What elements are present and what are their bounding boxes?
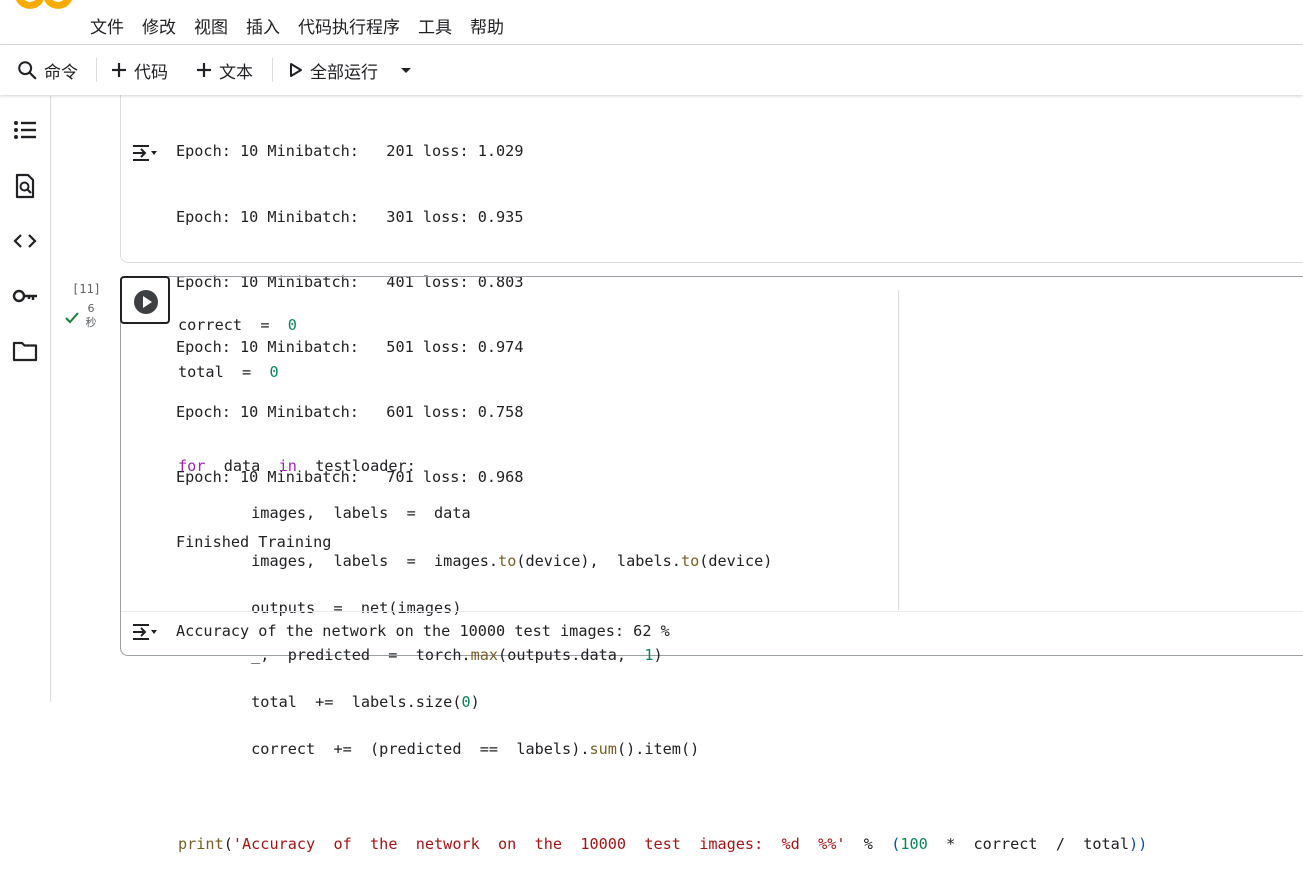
add-text-button[interactable]: 文本: [195, 57, 253, 83]
play-triangle: [143, 296, 152, 308]
plus-icon: [197, 63, 211, 77]
cell-output-text: Accuracy of the network on the 10000 tes…: [176, 622, 670, 640]
code-line: images, labels = data: [251, 504, 471, 523]
menu-edit[interactable]: 修改: [142, 13, 176, 39]
output-actions-icon[interactable]: [131, 142, 159, 164]
code-line: correct += (predicted == labels).sum().i…: [251, 740, 700, 759]
execution-time: 6 秒: [84, 302, 98, 330]
search-icon: [18, 61, 37, 80]
code-line: images, labels = images.to(device), labe…: [251, 551, 773, 570]
menu-tools[interactable]: 工具: [418, 13, 452, 39]
output-actions-icon[interactable]: [131, 621, 159, 643]
left-sidebar: [0, 96, 51, 702]
command-palette-button[interactable]: 命令: [16, 57, 78, 83]
run-all-label: 全部运行: [310, 62, 378, 83]
run-all-button[interactable]: 全部运行: [288, 57, 378, 83]
table-of-contents-icon[interactable]: [11, 116, 39, 144]
menu-bar: 文件 修改 视图 插入 代码执行程序 工具 帮助: [90, 13, 504, 39]
command-label: 命令: [44, 62, 78, 83]
checkmark-icon: [65, 312, 79, 324]
run-cell-button[interactable]: [120, 276, 170, 324]
play-outline-icon: [290, 63, 302, 77]
toolbar-divider: [272, 58, 273, 82]
caret-down-icon: [401, 68, 411, 73]
output-line: Epoch: 10 Minibatch: 201 loss: 1.029: [176, 142, 524, 161]
code-line: correct = 0: [178, 315, 297, 334]
execution-count: [11]: [72, 282, 101, 296]
run-options-dropdown[interactable]: [398, 57, 414, 83]
code-line: outputs = net(images): [251, 598, 462, 617]
menu-file[interactable]: 文件: [90, 13, 124, 39]
toolbar-divider: [96, 58, 97, 82]
toolbar: 命令 代码 文本 全部运行: [0, 45, 1303, 95]
code-line: total = 0: [178, 362, 279, 381]
menu-view[interactable]: 视图: [194, 13, 228, 39]
output-line: Epoch: 10 Minibatch: 301 loss: 0.935: [176, 207, 524, 226]
find-in-page-icon[interactable]: [11, 172, 39, 200]
execution-time-unit: 秒: [85, 316, 97, 329]
code-editor[interactable]: correct = 0 total = 0 for data in testlo…: [178, 290, 1147, 880]
code-line: total += labels.size(0): [251, 693, 480, 712]
add-code-label: 代码: [134, 62, 168, 83]
plus-icon: [112, 63, 126, 77]
menu-help[interactable]: 帮助: [470, 13, 504, 39]
add-text-label: 文本: [219, 62, 253, 83]
key-secrets-icon[interactable]: [11, 282, 39, 310]
code-line: _, predicted = torch.max(outputs.data, 1…: [251, 645, 663, 664]
folder-icon[interactable]: [11, 337, 39, 365]
cell-output-divider: [121, 611, 1303, 612]
menu-insert[interactable]: 插入: [246, 13, 280, 39]
execution-time-value: 6: [87, 302, 95, 315]
code-line: for data in testloader:: [178, 457, 416, 476]
colab-logo-icon: [16, 0, 72, 9]
code-line: print('Accuracy of the network on the 10…: [178, 834, 1148, 853]
add-code-button[interactable]: 代码: [110, 57, 168, 83]
menu-runtime[interactable]: 代码执行程序: [298, 13, 400, 39]
code-snippets-icon[interactable]: [11, 227, 39, 255]
